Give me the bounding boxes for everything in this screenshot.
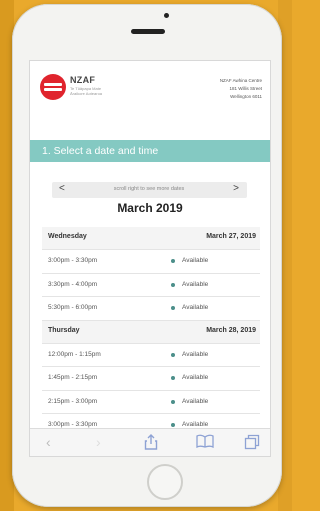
brand-name: NZAF bbox=[70, 75, 96, 85]
brand-subtitle: Te Tūāpapa Mate Āraikore Aotearoa bbox=[70, 86, 103, 96]
slot-status: Available bbox=[182, 397, 209, 405]
slot-status: Available bbox=[182, 304, 209, 311]
book-icon[interactable] bbox=[196, 434, 214, 451]
availability-dot-icon bbox=[171, 306, 175, 310]
earpiece-speaker bbox=[131, 29, 165, 34]
date-navigator: < scroll right to see more dates > bbox=[52, 182, 247, 198]
day-header-thursday: Thursday March 28, 2019 bbox=[42, 320, 260, 344]
day-header-wednesday: Wednesday March 27, 2019 bbox=[42, 227, 260, 250]
slot-time: 3:00pm - 3:30pm bbox=[48, 421, 98, 428]
slot-status: Available bbox=[182, 350, 209, 358]
slot-time: 3:30pm - 4:00pm bbox=[48, 280, 98, 288]
slot-time: 5:30pm - 6:00pm bbox=[48, 304, 98, 311]
day-name: Wednesday bbox=[48, 233, 87, 240]
step-header: 1. Select a date and time bbox=[30, 140, 270, 162]
time-slot-row[interactable]: 3:00pm - 3:30pm Available bbox=[42, 250, 260, 274]
availability-dot-icon bbox=[171, 259, 175, 263]
address-line-3: Wellington 6011 bbox=[230, 94, 262, 99]
site-header: NZAF Te Tūāpapa Mate Āraikore Aotearoa N… bbox=[30, 61, 270, 115]
nzaf-logo-icon[interactable] bbox=[40, 74, 66, 100]
month-title: March 2019 bbox=[117, 201, 183, 215]
slot-status: Available bbox=[182, 257, 209, 264]
availability-dot-icon bbox=[171, 282, 175, 287]
time-slot-row[interactable]: 12:00pm - 1:15pm Available bbox=[42, 343, 260, 367]
time-slot-row[interactable]: 1:45pm - 2:15pm Available bbox=[42, 367, 260, 391]
back-arrow-icon[interactable]: ‹ bbox=[46, 434, 51, 450]
schedule-table: Wednesday March 27, 2019 3:00pm - 3:30pm… bbox=[42, 227, 260, 438]
day-name: Thursday bbox=[48, 326, 80, 334]
phone-screen: NZAF Te Tūāpapa Mate Āraikore Aotearoa N… bbox=[29, 60, 271, 457]
slot-time: 3:00pm - 3:30pm bbox=[48, 257, 98, 264]
slot-time: 1:45pm - 2:15pm bbox=[48, 374, 98, 381]
step-title: 1. Select a date and time bbox=[42, 145, 159, 157]
day-date: March 28, 2019 bbox=[206, 326, 256, 334]
availability-dot-icon bbox=[171, 399, 175, 404]
front-camera bbox=[164, 13, 169, 18]
slot-time: 2:15pm - 3:00pm bbox=[48, 397, 98, 405]
slot-time: 12:00pm - 1:15pm bbox=[48, 350, 101, 358]
time-slot-row[interactable]: 2:15pm - 3:00pm Available bbox=[42, 390, 260, 414]
slot-status: Available bbox=[182, 280, 209, 288]
forward-arrow-icon[interactable]: › bbox=[96, 434, 101, 450]
availability-dot-icon bbox=[171, 423, 175, 427]
next-dates-button[interactable]: > bbox=[233, 183, 239, 194]
slot-status: Available bbox=[182, 374, 209, 381]
previous-dates-button[interactable]: < bbox=[59, 183, 65, 194]
slot-status: Available bbox=[182, 421, 209, 428]
home-button[interactable] bbox=[147, 464, 183, 500]
share-icon[interactable] bbox=[144, 434, 158, 453]
tabs-icon[interactable] bbox=[244, 434, 260, 453]
time-slot-row[interactable]: 5:30pm - 6:00pm Available bbox=[42, 297, 260, 321]
centre-address: NZAF Awhina Centre 181 Willis Street Wel… bbox=[220, 77, 262, 101]
address-line-1: NZAF Awhina Centre bbox=[219, 78, 262, 83]
day-date: March 27, 2019 bbox=[206, 233, 256, 240]
phone-frame: NZAF Te Tūāpapa Mate Āraikore Aotearoa N… bbox=[12, 4, 282, 507]
time-slot-row[interactable]: 3:30pm - 4:00pm Available bbox=[42, 273, 260, 297]
availability-dot-icon bbox=[171, 352, 175, 357]
address-line-2: 181 Willis Street bbox=[229, 86, 262, 91]
browser-toolbar: ‹ › bbox=[30, 428, 270, 456]
availability-dot-icon bbox=[171, 376, 175, 380]
scroll-hint: scroll right to see more dates bbox=[113, 186, 185, 192]
